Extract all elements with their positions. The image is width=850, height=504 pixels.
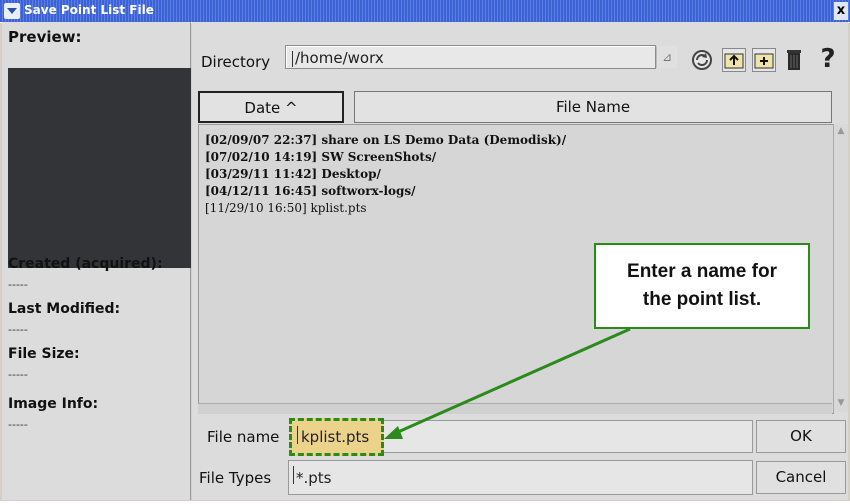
cancel-button[interactable]: Cancel	[756, 461, 846, 494]
list-item-date: [02/09/07 22:37]	[205, 133, 318, 147]
directory-value: /home/worx	[295, 49, 384, 67]
list-item[interactable]: [03/29/11 11:42] Desktop/	[205, 167, 381, 181]
parent-folder-icon[interactable]	[722, 48, 746, 72]
list-item-name: share on LS Demo Data (Demodisk)/	[321, 133, 567, 147]
horizontal-scrollbar[interactable]	[198, 403, 832, 414]
new-folder-icon[interactable]	[752, 48, 776, 72]
instruction-callout: Enter a name for the point list.	[594, 243, 810, 329]
ok-button[interactable]: OK	[756, 420, 846, 453]
trash-icon[interactable]	[782, 48, 806, 72]
list-item-name: softworx-logs/	[321, 184, 416, 198]
refresh-icon[interactable]	[690, 48, 714, 72]
close-icon[interactable]: x	[834, 2, 848, 20]
text-cursor	[297, 426, 298, 444]
created-value: -----	[8, 278, 28, 291]
list-item-date: [11/29/10 16:50]	[205, 201, 307, 215]
window-menu-icon[interactable]	[4, 3, 20, 19]
preview-image	[8, 68, 191, 268]
help-icon[interactable]: ?	[815, 45, 841, 73]
directory-input[interactable]: /home/worx	[285, 45, 656, 69]
file-size-value: -----	[8, 368, 28, 381]
column-header-date[interactable]: Date ^	[198, 91, 344, 123]
scroll-down-icon[interactable]: ▼	[835, 398, 847, 410]
modified-label: Last Modified:	[8, 301, 121, 317]
list-item[interactable]: [02/09/07 22:37] share on LS Demo Data (…	[205, 133, 566, 147]
list-item[interactable]: [04/12/11 16:45] softworx-logs/	[205, 184, 416, 198]
created-label: Created (acquired):	[8, 256, 163, 272]
file-types-input[interactable]	[288, 460, 753, 495]
list-item-date: [04/12/11 16:45]	[205, 184, 318, 198]
column-header-file-name[interactable]: File Name	[354, 91, 832, 123]
list-item-name: Desktop/	[321, 167, 381, 181]
callout-line-2: the point list.	[642, 289, 762, 310]
list-item-date: [03/29/11 11:42]	[205, 167, 318, 181]
vertical-scrollbar[interactable]: ▲ ▼	[833, 124, 848, 412]
image-info-label: Image Info:	[8, 396, 99, 412]
window-title: Save Point List File	[24, 3, 154, 17]
text-cursor	[293, 466, 294, 484]
directory-label: Directory	[201, 53, 271, 71]
list-item[interactable]: [11/29/10 16:50] kplist.pts	[205, 201, 367, 215]
list-item-name: kplist.pts	[310, 201, 367, 215]
list-item[interactable]: [07/02/10 14:19] SW ScreenShots/	[205, 150, 436, 164]
preview-label: Preview:	[8, 28, 82, 46]
list-item-name: SW ScreenShots/	[321, 150, 437, 164]
file-types-value: *.pts	[296, 469, 332, 487]
image-info-value: -----	[8, 418, 28, 431]
directory-dropdown-icon[interactable]: ⊿	[656, 46, 677, 68]
preview-panel: Preview: Created (acquired): ----- Last …	[2, 22, 191, 500]
file-name-value: kplist.pts	[301, 428, 370, 446]
scroll-up-icon[interactable]: ▲	[835, 126, 847, 138]
title-bar: Save Point List File x	[0, 0, 850, 22]
modified-value: -----	[8, 323, 28, 336]
file-name-label: File name	[207, 428, 280, 446]
callout-line-1: Enter a name for	[627, 261, 777, 282]
list-item-date: [07/02/10 14:19]	[205, 150, 318, 164]
file-types-label: File Types	[199, 469, 272, 487]
text-cursor	[292, 50, 293, 67]
file-size-label: File Size:	[8, 346, 80, 362]
